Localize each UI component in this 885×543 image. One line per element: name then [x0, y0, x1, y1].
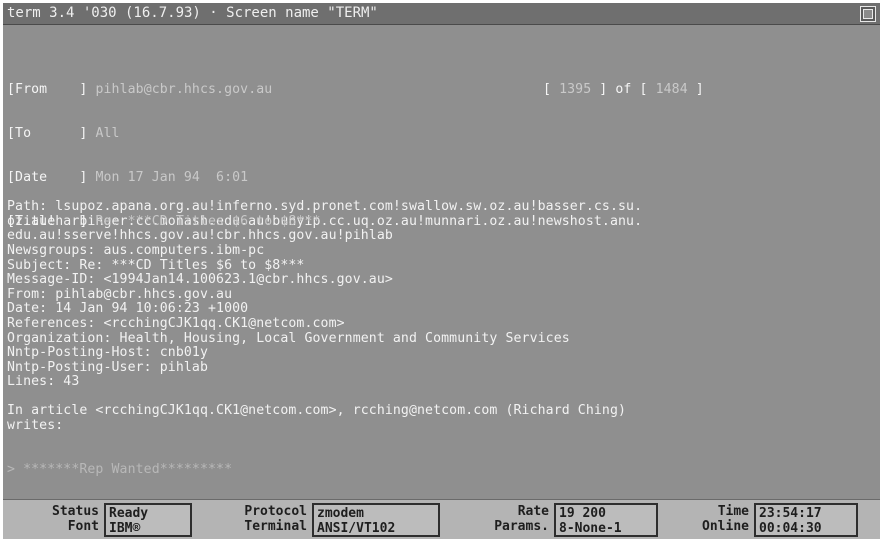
from-value: pihlab@cbr.hhcs.gov.au	[95, 82, 273, 98]
status-box: Ready IBM®	[104, 503, 192, 537]
rate-box: 19 200 8-None-1	[554, 503, 658, 537]
font-label: Font	[67, 519, 99, 534]
from-label: [From ]	[7, 82, 88, 98]
message-line: Nntp-Posting-User: pihlab	[7, 359, 208, 375]
to-label: [To ]	[7, 126, 88, 142]
message-line	[7, 390, 877, 405]
window-title: term 3.4 '030 (16.7.93) · Screen name "T…	[7, 5, 378, 21]
font-value: IBM®	[109, 521, 141, 536]
counter-total: 1484	[655, 82, 688, 98]
message-line	[7, 434, 877, 449]
header-to-row: [To ] All	[7, 126, 877, 142]
date-value: Mon 17 Jan 94 6:01	[95, 169, 249, 185]
to-value: All	[95, 126, 120, 142]
status-bar: Status Font Ready IBM® Protocol Terminal…	[3, 499, 880, 539]
message-line: Nntp-Posting-Host: cnb01y	[7, 345, 208, 361]
time-value: 23:54:17	[759, 506, 822, 521]
title-value: Re: ***CD Titles $6 to $8***	[95, 213, 321, 229]
counter-open: [	[543, 82, 560, 98]
terminal-window: term 3.4 '030 (16.7.93) · Screen name "T…	[3, 3, 880, 539]
protocol-label: Protocol	[244, 504, 307, 519]
window-depth-icon[interactable]	[860, 6, 876, 22]
message-line	[7, 477, 877, 492]
header-title-row: [Title ] Re: ***CD Titles $6 to $8***	[7, 213, 877, 230]
rate-label: Rate	[517, 504, 549, 519]
message-line: From: pihlab@cbr.hhcs.gov.au	[7, 286, 233, 302]
message-line: Organization: Health, Housing, Local Gov…	[7, 330, 570, 346]
counter-current: 1395	[559, 82, 592, 98]
message-area: [From ] pihlab@cbr.hhcs.gov.au [ 1395 ] o…	[7, 25, 877, 521]
terminal-value: ANSI/VT102	[317, 521, 396, 536]
params-label: Params.	[494, 519, 549, 534]
message-line: Lines: 43	[7, 374, 80, 390]
params-value: 8-None-1	[559, 521, 622, 536]
message-line: References: <rcchingCJK1qq.CK1@netcom.co…	[7, 315, 345, 331]
time-box: 23:54:17 00:04:30	[754, 503, 858, 537]
title-label: [Title ]	[7, 213, 88, 229]
message-line: Date: 14 Jan 94 10:06:23 +1000	[7, 301, 249, 317]
online-label: Online	[702, 519, 749, 534]
message-header: [From ] pihlab@cbr.hhcs.gov.au [ 1395 ] o…	[7, 54, 877, 229]
status-label: Status	[52, 504, 99, 519]
terminal-label: Terminal	[244, 519, 307, 534]
time-label: Time	[717, 504, 749, 519]
message-line: In article <rcchingCJK1qq.CK1@netcom.com…	[7, 403, 627, 419]
message-line: Message-ID: <1994Jan14.100623.1@cbr.hhcs…	[7, 272, 393, 288]
message-counter: [ 1395 ] of [ 1484 ]	[543, 83, 704, 98]
message-line: > *******Rep Wanted*********	[7, 461, 233, 477]
counter-mid: ] of [	[591, 82, 656, 98]
rate-value: 19 200	[559, 506, 606, 521]
message-line	[7, 448, 877, 463]
protocol-box: zmodem ANSI/VT102	[312, 503, 440, 537]
header-date-row: [Date ] Mon 17 Jan 94 6:01	[7, 169, 877, 186]
counter-close: ]	[687, 82, 704, 98]
online-value: 00:04:30	[759, 521, 822, 536]
title-bar[interactable]: term 3.4 '030 (16.7.93) · Screen name "T…	[3, 3, 880, 25]
header-from-row: [From ] pihlab@cbr.hhcs.gov.au [ 1395 ] o…	[7, 83, 877, 98]
date-label: [Date ]	[7, 169, 88, 185]
message-line: Subject: Re: ***CD Titles $6 to $8***	[7, 257, 305, 273]
message-line: writes:	[7, 418, 64, 434]
status-value: Ready	[109, 506, 149, 521]
protocol-value: zmodem	[317, 506, 364, 521]
